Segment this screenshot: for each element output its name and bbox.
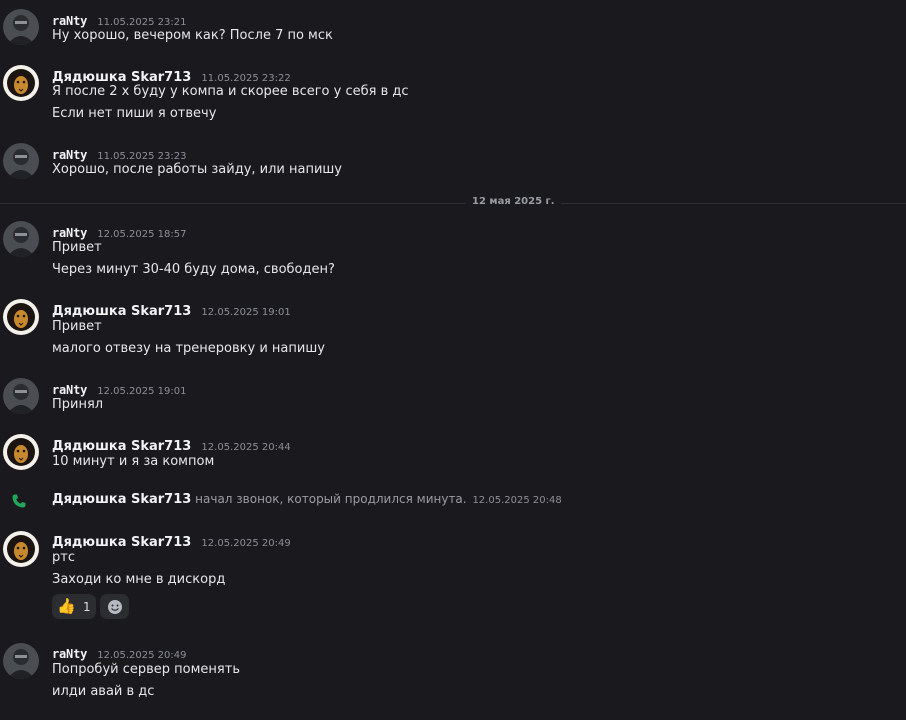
message-text: малого отвезу на тренеровку и напишу [52, 341, 325, 356]
message-text: Хорошо, после работы зайду, или напишу [52, 162, 342, 177]
avatar[interactable] [3, 9, 39, 45]
lion-avatar-icon [3, 65, 39, 101]
add-reaction-button[interactable] [100, 594, 129, 619]
timestamp: 12.05.2025 20:44 [201, 442, 291, 453]
timestamp: 12.05.2025 19:01 [97, 386, 187, 397]
message-header: Дядюшка Skar713 11.05.2025 23:22 [52, 66, 291, 85]
user-avatar-icon [3, 221, 39, 257]
user-avatar-icon [3, 9, 39, 45]
date-divider [0, 203, 906, 204]
timestamp: 12.05.2025 20:48 [472, 495, 562, 506]
lion-avatar-icon [3, 299, 39, 335]
avatar[interactable] [3, 299, 39, 335]
avatar[interactable] [3, 378, 39, 414]
thumbs-up-icon: 👍 [57, 597, 77, 615]
message-text: Я после 2 х буду у компа и скорее всего … [52, 84, 409, 99]
author-name[interactable]: Дядюшка Skar713 [52, 304, 191, 319]
author-name[interactable]: raNty [52, 148, 87, 162]
avatar[interactable] [3, 221, 39, 257]
phone-icon [12, 494, 26, 508]
user-avatar-icon [3, 643, 39, 679]
message-header: raNty 11.05.2025 23:23 [52, 144, 186, 162]
message-text: Попробуй сервер поменять [52, 662, 240, 677]
author-name[interactable]: Дядюшка Skar713 [52, 439, 191, 454]
message-text: Привет [52, 319, 102, 334]
user-avatar-icon [3, 143, 39, 179]
lion-avatar-icon [3, 434, 39, 470]
author-name[interactable]: Дядюшка Skar713 [52, 535, 191, 550]
message-text: Если нет пиши я отвечу [52, 106, 217, 121]
reaction-thumbs-up[interactable]: 👍 1 [52, 594, 96, 619]
message-header: Дядюшка Skar713 12.05.2025 20:44 [52, 435, 291, 454]
message-header: raNty 12.05.2025 20:49 [52, 643, 186, 661]
message-text: илди авай в дс [52, 684, 155, 699]
avatar[interactable] [3, 434, 39, 470]
message-header: Дядюшка Skar713 12.05.2025 20:49 [52, 531, 291, 550]
avatar[interactable] [3, 65, 39, 101]
message-header: raNty 12.05.2025 19:01 [52, 379, 186, 397]
message-text: Привет [52, 240, 102, 255]
author-name[interactable]: Дядюшка Skar713 [52, 70, 191, 85]
message-header: raNty 11.05.2025 23:21 [52, 10, 186, 28]
add-reaction-icon [107, 599, 122, 614]
message-text: ртс [52, 550, 75, 565]
lion-avatar-icon [3, 531, 39, 567]
avatar[interactable] [3, 531, 39, 567]
author-name[interactable]: raNty [52, 14, 87, 28]
message-text: Заходи ко мне в дискорд [52, 572, 226, 587]
reaction-count: 1 [83, 599, 91, 614]
call-text: начал звонок, который продлился минута. [195, 492, 467, 506]
avatar[interactable] [3, 143, 39, 179]
message-list: raNty 11.05.2025 23:21 Ну хорошо, вечеро… [0, 0, 906, 720]
message-text: 10 минут и я за компом [52, 454, 215, 469]
timestamp: 12.05.2025 19:01 [201, 307, 291, 318]
message-text: Ну хорошо, вечером как? После 7 по мск [52, 28, 333, 43]
timestamp: 12.05.2025 20:49 [201, 538, 291, 549]
author-name[interactable]: raNty [52, 226, 87, 240]
message-header: raNty 12.05.2025 18:57 [52, 222, 186, 240]
user-avatar-icon [3, 378, 39, 414]
message-text: Принял [52, 397, 104, 412]
timestamp: 11.05.2025 23:22 [201, 73, 291, 84]
date-divider-label: 12 мая 2025 г. [466, 196, 561, 207]
author-name[interactable]: raNty [52, 647, 87, 661]
call-system-message: Дядюшка Skar713 начал звонок, который пр… [52, 492, 562, 507]
message-header: Дядюшка Skar713 12.05.2025 19:01 [52, 300, 291, 319]
timestamp: 12.05.2025 20:49 [97, 650, 187, 661]
author-name[interactable]: Дядюшка Skar713 [52, 492, 191, 507]
timestamp: 12.05.2025 18:57 [97, 229, 187, 240]
author-name[interactable]: raNty [52, 383, 87, 397]
timestamp: 11.05.2025 23:23 [97, 151, 187, 162]
avatar[interactable] [3, 643, 39, 679]
timestamp: 11.05.2025 23:21 [97, 17, 187, 28]
message-text: Через минут 30-40 буду дома, свободен? [52, 262, 335, 277]
